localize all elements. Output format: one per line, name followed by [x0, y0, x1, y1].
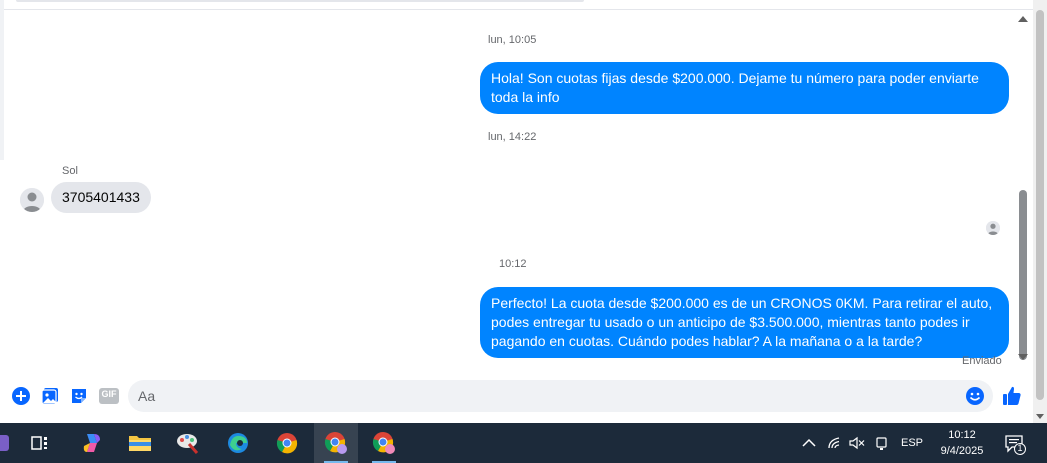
left-edge: [0, 0, 4, 160]
partial-app-icon[interactable]: [0, 423, 16, 463]
copilot-icon[interactable]: [70, 423, 114, 463]
clock-time: 10:12: [948, 429, 976, 441]
scroll-up-icon[interactable]: [1018, 16, 1028, 22]
person-icon: [20, 188, 44, 212]
gif-icon[interactable]: GIF: [98, 386, 120, 406]
notification-count: 1: [1017, 443, 1023, 453]
outgoing-message[interactable]: Hola! Son cuotas fijas desde $200.000. D…: [480, 62, 1009, 114]
incoming-message[interactable]: 3705401433: [51, 182, 151, 213]
file-explorer-icon[interactable]: [118, 423, 162, 463]
seen-avatar: [986, 221, 1000, 235]
message-input-box[interactable]: [128, 380, 993, 412]
message-timestamp: lun, 10:05: [488, 34, 537, 46]
delivery-status: Enviado: [962, 355, 1002, 367]
show-hidden-icons-chevron-up-icon[interactable]: [802, 423, 816, 463]
page-scroll-down-icon[interactable]: [1036, 414, 1044, 419]
message-timestamp: 10:12: [499, 258, 527, 270]
volume-muted-icon[interactable]: [849, 423, 865, 463]
contact-avatar[interactable]: [20, 188, 44, 212]
wifi-icon[interactable]: [827, 423, 843, 463]
sticker-icon[interactable]: [69, 386, 89, 406]
emoji-icon[interactable]: [965, 386, 985, 406]
windows-taskbar: ESP 10:12 9/4/2025 1: [0, 423, 1047, 463]
meet-now-camera-icon[interactable]: [875, 423, 889, 463]
sender-name: Sol: [62, 165, 78, 177]
thumbs-up-icon[interactable]: [1001, 385, 1023, 407]
chrome-profile-icon[interactable]: [314, 423, 358, 463]
task-view-icon[interactable]: [18, 423, 62, 463]
message-input[interactable]: [138, 386, 938, 406]
gif-label: GIF: [101, 389, 117, 399]
chrome-icon[interactable]: [265, 423, 309, 463]
chrome-profile-icon-2[interactable]: [362, 423, 406, 463]
chat-window: lun, 10:05 Hola! Son cuotas fijas desde …: [0, 0, 1047, 423]
language-indicator[interactable]: ESP: [901, 423, 923, 463]
top-strip: [0, 0, 1047, 10]
page-scrollbar[interactable]: [1033, 0, 1047, 423]
person-icon: [986, 221, 1000, 235]
plus-circle-icon[interactable]: [11, 386, 31, 406]
page-scroll-thumb[interactable]: [1036, 10, 1044, 400]
scroll-down-icon[interactable]: [1018, 354, 1028, 360]
message-composer: GIF: [0, 376, 1033, 416]
scroll-thumb[interactable]: [1019, 190, 1027, 360]
image-icon[interactable]: [40, 386, 60, 406]
outgoing-message[interactable]: Perfecto! La cuota desde $200.000 es de …: [480, 287, 1009, 358]
clock-date: 9/4/2025: [940, 445, 984, 457]
clock[interactable]: 10:12 9/4/2025: [930, 427, 994, 459]
chat-scrollbar[interactable]: [1015, 10, 1031, 370]
paint-app-icon[interactable]: [166, 423, 210, 463]
notifications-icon[interactable]: 1: [1004, 433, 1026, 455]
message-timestamp: lun, 14:22: [488, 131, 537, 143]
edge-browser-icon[interactable]: [216, 423, 260, 463]
